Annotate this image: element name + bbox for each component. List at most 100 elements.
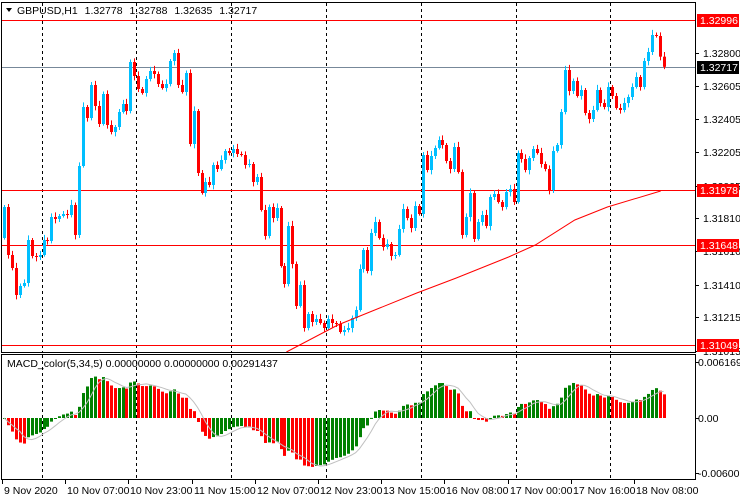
candle-bull <box>315 319 318 322</box>
macd-bar <box>58 416 61 418</box>
macd-bar <box>568 385 571 418</box>
candle-bull <box>90 85 93 118</box>
candle-bull <box>596 90 599 110</box>
candle-bull <box>394 255 397 256</box>
macd-bar <box>129 382 132 418</box>
candle-bull <box>580 90 583 96</box>
candle-bear <box>378 222 381 238</box>
candle-bull <box>114 127 117 132</box>
macd-bar <box>299 418 302 460</box>
candle-bull <box>517 153 520 202</box>
macd-bar <box>228 418 231 430</box>
macd-bar <box>355 418 358 447</box>
macd-bar <box>240 418 243 427</box>
time-tick-label: 13 Nov 15:00 <box>383 485 446 497</box>
candle-bull <box>39 255 42 257</box>
macd-bar <box>39 418 42 433</box>
macd-bar <box>94 376 97 418</box>
current-price-label: 1.32717 <box>700 62 738 74</box>
time-tick-label: 12 Nov 23:00 <box>320 485 383 497</box>
macd-bar <box>406 404 409 418</box>
macd-bar <box>457 393 460 418</box>
macd-bar <box>469 411 472 418</box>
macd-bar <box>189 408 192 418</box>
macd-bar <box>54 418 57 419</box>
candle-bull <box>27 240 30 283</box>
candle-bull <box>564 70 567 112</box>
macd-bar <box>232 418 235 428</box>
macd-bar <box>378 410 381 418</box>
candle-bear <box>216 165 219 169</box>
symbol-label: GBPUSD,H1 <box>17 5 78 17</box>
candle-bear <box>280 208 283 266</box>
candle-bear <box>125 104 128 111</box>
macd-bar <box>556 403 559 418</box>
macd-bar <box>315 418 318 466</box>
macd-bar <box>244 418 247 428</box>
candle-bull <box>256 177 259 182</box>
macd-bar <box>181 397 184 418</box>
price-tick-label: 1.31410 <box>703 280 740 292</box>
macd-bar <box>343 418 346 456</box>
price-chart[interactable]: 1.328001.326051.324051.322051.320051.318… <box>0 0 740 500</box>
candle-bear <box>181 85 184 92</box>
candle-bear <box>513 189 516 202</box>
candle-bull <box>276 208 279 218</box>
candle-bull <box>552 151 555 190</box>
macd-tick-label: 0.0061695 <box>698 357 740 369</box>
candle-bull <box>643 61 646 87</box>
candle-bear <box>323 323 326 328</box>
candle-bear <box>584 90 587 113</box>
candle-bull <box>434 148 437 156</box>
candle-bull <box>528 158 531 170</box>
candle-bull <box>19 286 22 295</box>
macd-bar <box>394 413 397 418</box>
macd-bar <box>133 381 136 418</box>
candle-bear <box>46 240 49 241</box>
candle-bull <box>359 269 362 310</box>
candle-bull <box>50 217 53 241</box>
macd-bar <box>445 386 448 418</box>
macd-bar <box>74 415 77 418</box>
candle-bull <box>402 209 405 229</box>
candle-bear <box>11 255 14 268</box>
macd-bar <box>141 386 144 418</box>
macd-bar <box>216 418 219 437</box>
macd-bar <box>599 395 602 418</box>
macd-bar <box>125 388 128 418</box>
candle-bull <box>623 103 626 110</box>
macd-bar <box>157 388 160 418</box>
macd-bar <box>473 418 476 419</box>
macd-bar <box>319 418 322 466</box>
candle-bear <box>426 155 429 170</box>
candle-bull <box>58 216 61 219</box>
candle-bull <box>532 149 535 158</box>
macd-bar <box>90 377 93 418</box>
macd-bar <box>426 391 429 418</box>
candle-bull <box>631 87 634 97</box>
macd-bar <box>366 418 369 426</box>
macd-bar <box>118 388 121 418</box>
macd-bar <box>370 417 373 419</box>
candle-bear <box>536 149 539 153</box>
macd-bar <box>335 418 338 458</box>
macd-bar <box>220 418 223 435</box>
macd-bar <box>477 418 480 420</box>
candle-bear <box>461 172 464 235</box>
macd-bar <box>347 418 350 454</box>
price-tick-label: 1.32605 <box>703 81 740 93</box>
candle-bear <box>457 147 460 172</box>
candle-bull <box>220 160 223 169</box>
candle-bear <box>252 164 255 182</box>
macd-bar <box>264 418 267 443</box>
candle-bear <box>619 108 622 110</box>
candle-bear <box>663 56 666 67</box>
candle-bull <box>489 197 492 226</box>
candle-bear <box>291 226 294 264</box>
macd-bar <box>291 418 294 453</box>
candle-bear <box>615 96 618 108</box>
price-tick-label: 1.32205 <box>703 147 740 159</box>
macd-bar <box>422 394 425 418</box>
macd-bar <box>248 418 251 428</box>
macd-bar <box>430 388 433 418</box>
